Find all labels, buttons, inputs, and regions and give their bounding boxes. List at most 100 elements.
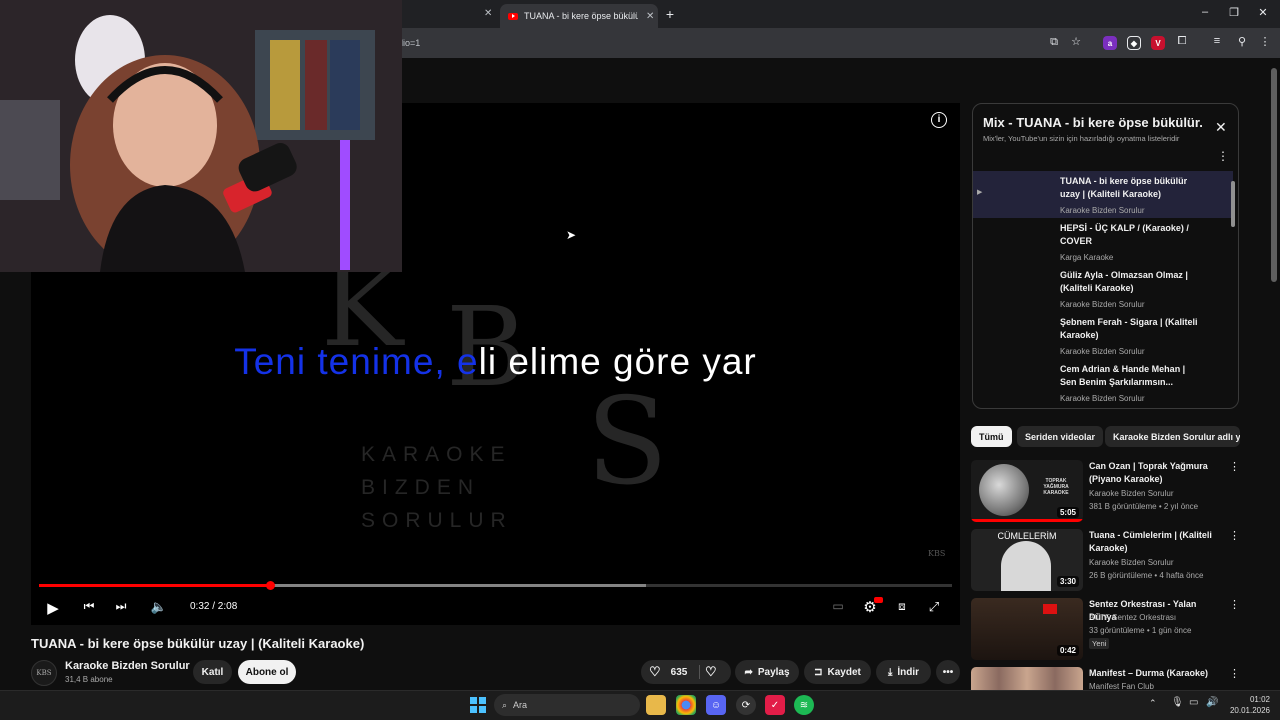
channel-name[interactable]: Karaoke Bizden Sorulur: [65, 660, 190, 672]
minimize-icon[interactable]: –: [1197, 6, 1213, 18]
download-button[interactable]: ⤓ İndir: [876, 660, 931, 684]
recommendation-more-icon[interactable]: ⋮: [1229, 529, 1240, 542]
progress-scrubber[interactable]: [265, 581, 275, 590]
recommendation-more-icon[interactable]: ⋮: [1229, 598, 1240, 611]
volume-tray-icon[interactable]: 🔊: [1206, 697, 1218, 708]
play-button[interactable]: ▶: [44, 599, 62, 617]
playlist-item-title: HEPSİ - ÜÇ KALP / (Karaoke) / COVER: [1060, 223, 1189, 246]
playlist-item-channel: Karaoke Bizden Sorulur: [1060, 206, 1145, 215]
recommendation-thumbnail[interactable]: TOPRAK YAĞMURA KARAOKE 5:05: [971, 460, 1083, 522]
save-button[interactable]: ⊐ Kaydet: [804, 660, 871, 684]
watched-bar: [971, 519, 1083, 522]
spotify-icon[interactable]: ≋: [794, 695, 814, 715]
share-button[interactable]: ➦ Paylaş: [735, 660, 799, 684]
playlist-item[interactable]: Şebnem Ferah - Sigara | (Kaliteli Karaok…: [973, 312, 1233, 359]
taskbar-search-box[interactable]: ⌕ Ara: [494, 694, 640, 716]
playlist-item[interactable]: HEPSİ - ÜÇ KALP / (Karaoke) / COVER Karg…: [973, 218, 1233, 265]
extension-purple-icon[interactable]: a: [1103, 36, 1117, 50]
duration-badge: 3:30: [1056, 576, 1079, 587]
watermark-letter-s: S: [586, 373, 669, 512]
video-editor-icon[interactable]: ✓: [765, 695, 785, 715]
recommendation-thumbnail[interactable]: CÜMLELERİM 3:30: [971, 529, 1083, 591]
chip-all[interactable]: Tümü: [971, 426, 1012, 447]
close-active-tab-icon[interactable]: ✕: [646, 11, 654, 22]
profile-icon[interactable]: ⚲: [1234, 35, 1250, 48]
app-icon[interactable]: ⟳: [736, 695, 756, 715]
singer-photo: [1001, 541, 1051, 591]
download-icon: ⤓: [887, 666, 893, 678]
subscribe-button[interactable]: Abone ol: [238, 660, 296, 684]
save-icon: ⊐: [814, 666, 823, 678]
playlist-item-title: Şebnem Ferah - Sigara | (Kaliteli Karaok…: [1060, 317, 1198, 340]
chip-series[interactable]: Seriden videolar: [1017, 426, 1104, 447]
new-tab-icon[interactable]: +: [662, 6, 678, 22]
subscriber-count: 31,4 B abone: [65, 675, 113, 684]
recommendation-title: Manifest – Durma (Karaoke): [1089, 668, 1209, 678]
lyrics-sung: Teni tenime, e: [234, 341, 479, 382]
file-explorer-icon[interactable]: [646, 695, 666, 715]
close-tab-icon[interactable]: ✕: [484, 8, 492, 19]
next-button[interactable]: ⏭: [112, 599, 130, 614]
playlist-more-icon[interactable]: ⋮: [1217, 149, 1229, 163]
video-title: TUANA - bi kere öpse bükülür uzay | (Kal…: [31, 636, 365, 651]
extension-diamond-icon[interactable]: ◆: [1127, 36, 1141, 50]
chip-channel[interactable]: Karaoke Bizden Sorulur adlı yü: [1105, 426, 1240, 447]
save-label: Kaydet: [827, 666, 861, 678]
browser-menu-icon[interactable]: ⋮: [1257, 35, 1273, 48]
start-icon[interactable]: [468, 695, 488, 715]
playlist-scrollbar[interactable]: [1231, 181, 1235, 227]
dislike-icon[interactable]: ♡: [705, 664, 717, 680]
like-icon[interactable]: ♡: [649, 664, 661, 680]
new-badge: Yeni: [1089, 638, 1110, 649]
discord-icon[interactable]: ☺: [706, 695, 726, 715]
recommendation-meta: 381 B görüntüleme • 2 yıl önce: [1089, 502, 1199, 511]
thumbnail-caption: CÜMLELERİM: [997, 531, 1057, 541]
progress-bar[interactable]: [39, 581, 952, 590]
recommendation-channel: AÜTF Sentez Orkestrası: [1089, 613, 1177, 622]
page-scrollbar[interactable]: [1271, 68, 1277, 282]
playlist-item-channel: Karaoke Bizden Sorulur: [1060, 300, 1145, 309]
volume-icon[interactable]: 🔈: [150, 599, 168, 615]
chrome-icon[interactable]: [676, 695, 696, 715]
playlist-item-current[interactable]: ▶ TUANA - bi kere öpse bükülür uzay | (K…: [973, 171, 1233, 218]
recommendation-card[interactable]: TOPRAK YAĞMURA KARAOKE 5:05 Can Ozan | T…: [971, 460, 1240, 522]
window-close-icon[interactable]: ✕: [1255, 6, 1271, 19]
join-button[interactable]: Katıl: [193, 660, 232, 684]
miniplayer-icon[interactable]: ⧈: [893, 599, 911, 614]
share-icon: ➦: [744, 666, 753, 678]
previous-button[interactable]: ⏮: [80, 599, 98, 614]
playlist-item[interactable]: Güliz Ayla - Olmazsan Olmaz | (Kaliteli …: [973, 265, 1233, 312]
subtitles-icon[interactable]: ▭: [829, 599, 847, 613]
clock[interactable]: 01:02 20.01.2026: [1226, 694, 1270, 716]
channel-avatar[interactable]: KBS: [31, 660, 57, 686]
tab-active[interactable]: TUANA - bi kere öpse bükülür uzay ✕: [500, 4, 658, 28]
flag-image: [1043, 604, 1057, 614]
download-label: İndir: [897, 666, 920, 678]
bookmark-star-icon[interactable]: ☆: [1068, 35, 1084, 48]
recommendation-more-icon[interactable]: ⋮: [1229, 667, 1240, 680]
recommendation-thumbnail[interactable]: 0:42: [971, 598, 1083, 660]
recommendation-card[interactable]: CÜMLELERİM 3:30 Tuana - Cümlelerim | (Ka…: [971, 529, 1240, 591]
playlist-item[interactable]: Cem Adrian & Hande Mehan | Sen Benim Şar…: [973, 359, 1233, 406]
url-field[interactable]: dio=1: [390, 32, 1050, 54]
info-icon[interactable]: i: [931, 112, 947, 128]
webcam-illustration: [0, 0, 402, 272]
now-playing-icon: ▶: [977, 189, 983, 196]
duration-badge: 0:42: [1056, 645, 1079, 656]
restore-icon[interactable]: ❐: [1226, 6, 1242, 19]
recommendation-card[interactable]: 0:42 Sentez Orkestrası - Yalan Dünya AÜT…: [971, 598, 1240, 660]
close-playlist-icon[interactable]: ✕: [1215, 119, 1227, 136]
like-divider: [699, 665, 700, 679]
thumbnail-caption: TOPRAK YAĞMURA KARAOKE: [1043, 478, 1069, 496]
media-controls-icon[interactable]: ≡: [1209, 35, 1225, 47]
playlist-item-title: TUANA - bi kere öpse bükülür uzay | (Kal…: [1060, 176, 1188, 199]
network-icon[interactable]: ▭: [1189, 697, 1198, 708]
extension-v-icon[interactable]: V: [1151, 36, 1165, 50]
tray-overflow-icon[interactable]: ⌃: [1149, 698, 1157, 709]
more-actions-button[interactable]: •••: [936, 660, 960, 684]
fullscreen-icon[interactable]: ⤢: [925, 599, 943, 615]
microphone-icon[interactable]: 🎙: [1171, 697, 1184, 708]
recommendation-more-icon[interactable]: ⋮: [1229, 460, 1240, 473]
tab-title: TUANA - bi kere öpse bükülür uzay: [524, 11, 638, 21]
extensions-puzzle-icon[interactable]: ⧠: [1174, 35, 1190, 48]
